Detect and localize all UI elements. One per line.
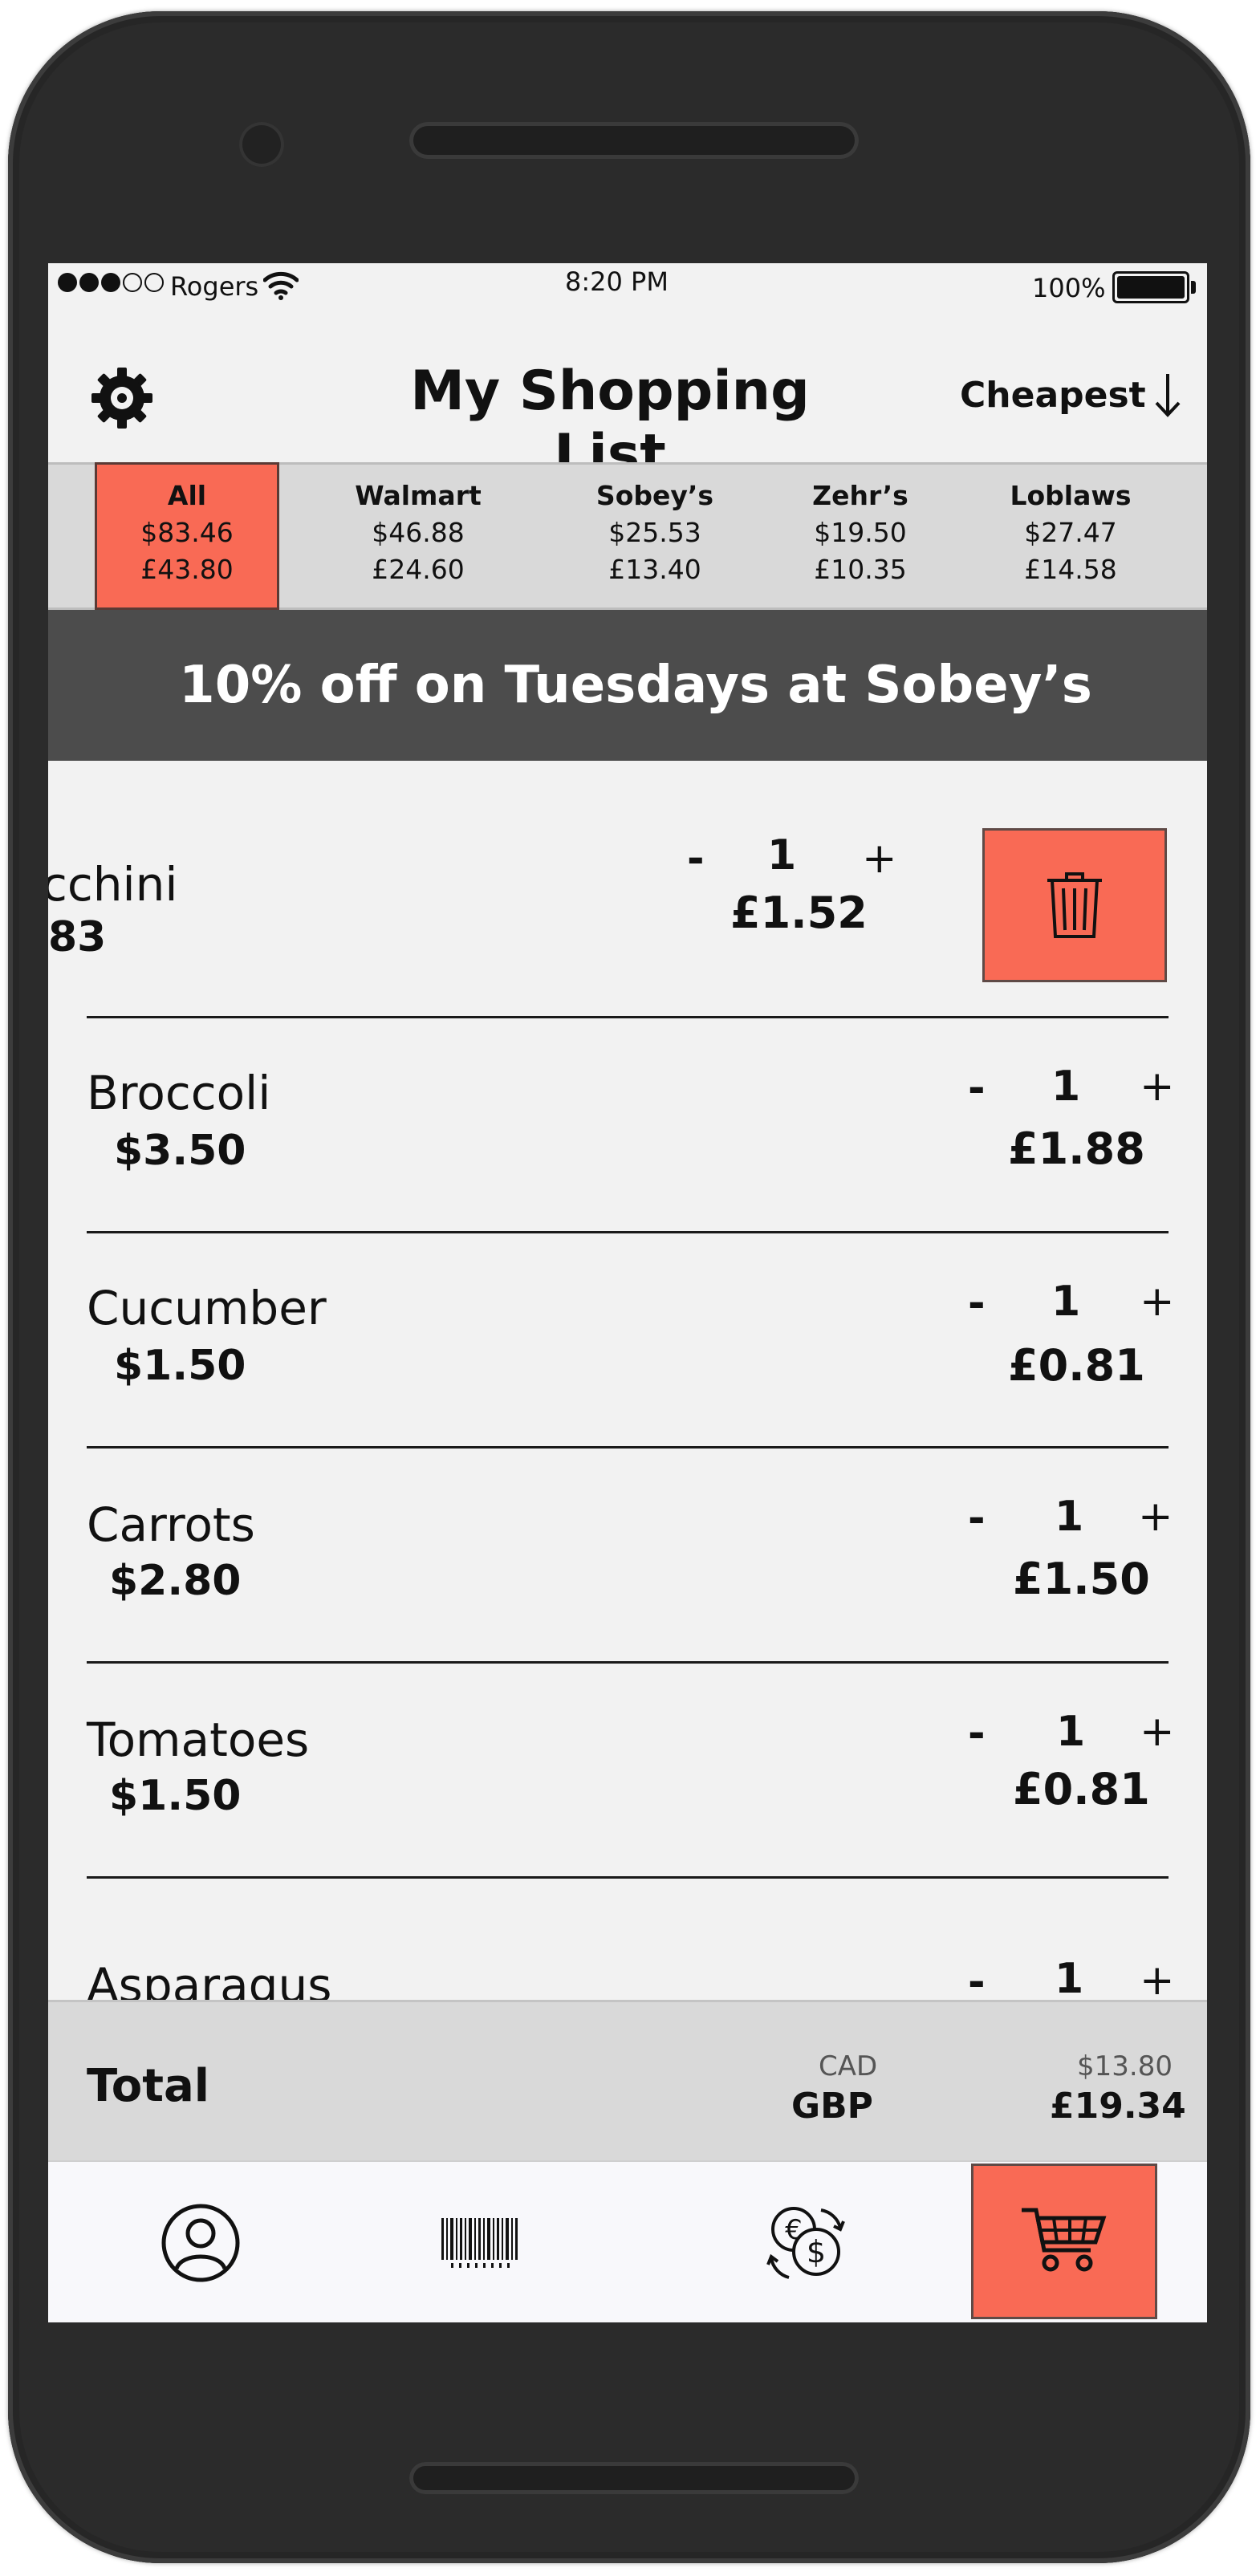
- item-gbp-price: £0.81: [1008, 1340, 1145, 1391]
- cad-total-value: $13.80: [1077, 2050, 1173, 2082]
- item-quantity: 1: [1051, 1062, 1081, 1111]
- speaker-grille: [409, 122, 859, 159]
- item-gbp-price: £1.88: [1008, 1123, 1145, 1174]
- profile-icon: [161, 2204, 240, 2282]
- arrow-down-icon: [1155, 374, 1181, 417]
- decrease-quantity-button[interactable]: -: [687, 835, 705, 883]
- carrier-name: Rogers: [170, 271, 259, 302]
- item-name: Cucumber: [87, 1281, 327, 1335]
- gear-icon[interactable]: [90, 366, 154, 430]
- store-tab-loblaws[interactable]: Loblaws $27.47 £14.58: [968, 465, 1173, 607]
- store-name: All: [167, 480, 207, 511]
- increase-quantity-button[interactable]: +: [1140, 1956, 1175, 2000]
- list-item[interactable]: Broccoli $3.50 - 1 + £1.88: [48, 1018, 1207, 1233]
- status-time: 8:20 PM: [565, 266, 669, 297]
- item-quantity: 1: [1051, 1278, 1081, 1326]
- item-quantity: 1: [1055, 1955, 1084, 2000]
- store-cad-total: $46.88: [372, 517, 465, 548]
- sort-button[interactable]: Cheapest: [960, 372, 1181, 417]
- decrease-quantity-button[interactable]: -: [968, 1279, 986, 1327]
- nav-currency-button[interactable]: € $: [735, 2162, 880, 2322]
- store-gbp-total: £43.80: [140, 554, 234, 585]
- item-price: $2.80: [109, 1557, 242, 1605]
- list-item[interactable]: Asparagus - 1 +: [48, 1878, 1207, 2000]
- store-name: Walmart: [355, 480, 482, 511]
- home-button[interactable]: [409, 2462, 859, 2494]
- delete-button[interactable]: [982, 828, 1167, 982]
- item-name: Carrots: [87, 1497, 255, 1552]
- store-name: Loblaws: [1010, 480, 1132, 511]
- item-name: Asparagus: [87, 1958, 332, 2000]
- item-gbp-price: £1.52: [730, 888, 868, 938]
- store-cad-total: $27.47: [1024, 517, 1117, 548]
- list-item[interactable]: Carrots $2.80 - 1 + £1.50: [48, 1448, 1207, 1663]
- item-price: $1.50: [109, 1772, 242, 1820]
- status-bar: Rogers 8:20 PM 100%: [48, 263, 1207, 311]
- increase-quantity-button[interactable]: +: [862, 835, 897, 883]
- increase-quantity-button[interactable]: +: [1138, 1493, 1173, 1541]
- bottom-navigation: € $: [48, 2160, 1207, 2322]
- increase-quantity-button[interactable]: +: [1140, 1278, 1175, 1326]
- decrease-quantity-button[interactable]: -: [968, 1494, 986, 1542]
- cad-currency-label: CAD: [819, 2050, 878, 2082]
- item-gbp-price: £0.81: [1013, 1764, 1150, 1814]
- item-name: cchini: [48, 857, 178, 912]
- store-tab-zehrs[interactable]: Zehr’s $19.50 £10.35: [767, 465, 953, 607]
- app-screen: Rogers 8:20 PM 100% My Shopping List Che…: [48, 263, 1207, 2322]
- battery-percent: 100%: [1032, 273, 1106, 303]
- store-gbp-total: £14.58: [1024, 554, 1117, 585]
- signal-strength-icon: [58, 273, 166, 292]
- item-quantity: 1: [767, 831, 797, 880]
- list-item[interactable]: Cucumber $1.50 - 1 + £0.81: [48, 1233, 1207, 1448]
- item-quantity: 1: [1056, 1708, 1086, 1756]
- list-item[interactable]: Tomatoes $1.50 - 1 + £0.81: [48, 1663, 1207, 1878]
- sort-label: Cheapest: [960, 374, 1146, 416]
- nav-profile-button[interactable]: [128, 2162, 273, 2322]
- decrease-quantity-button[interactable]: -: [968, 1064, 986, 1112]
- store-cad-total: $19.50: [814, 517, 907, 548]
- item-quantity: 1: [1055, 1493, 1084, 1541]
- item-gbp-price: £1.50: [1013, 1554, 1150, 1604]
- nav-cart-button[interactable]: [971, 2164, 1157, 2319]
- store-tab-all[interactable]: All $83.46 £43.80: [95, 462, 279, 610]
- decrease-quantity-button[interactable]: -: [968, 1709, 986, 1757]
- item-name: Broccoli: [87, 1066, 271, 1120]
- store-gbp-total: £24.60: [372, 554, 465, 585]
- cart-icon: [1022, 2208, 1107, 2272]
- item-name: Tomatoes: [87, 1713, 310, 1767]
- currency-exchange-icon: € $: [766, 2207, 845, 2279]
- store-gbp-total: £13.40: [608, 554, 701, 585]
- total-label: Total: [87, 2060, 209, 2112]
- increase-quantity-button[interactable]: +: [1140, 1062, 1175, 1111]
- store-cad-total: $25.53: [608, 517, 701, 548]
- svg-text:$: $: [807, 2234, 826, 2269]
- item-price: $1.50: [114, 1342, 246, 1390]
- item-price: 83: [48, 913, 107, 961]
- promo-banner: 10% off on Tuesdays at Sobey’s: [48, 610, 1207, 761]
- battery-icon: [1112, 271, 1189, 303]
- decrease-quantity-button[interactable]: -: [968, 1958, 986, 2000]
- store-name: Zehr’s: [812, 480, 908, 511]
- camera-lens: [239, 122, 284, 167]
- store-name: Sobey’s: [595, 480, 714, 511]
- total-bar: Total CAD GBP $13.80 £19.34: [48, 2000, 1207, 2160]
- trash-icon: [1047, 872, 1102, 938]
- barcode-icon: [441, 2218, 518, 2268]
- store-tab-walmart[interactable]: Walmart $46.88 £24.60: [324, 465, 512, 607]
- gbp-total-value: £19.34: [1050, 2086, 1186, 2127]
- nav-scan-button[interactable]: [408, 2162, 552, 2322]
- wifi-icon: [262, 270, 299, 307]
- store-gbp-total: £10.35: [814, 554, 907, 585]
- increase-quantity-button[interactable]: +: [1140, 1708, 1175, 1756]
- store-cad-total: $83.46: [140, 517, 234, 548]
- item-price: $3.50: [114, 1127, 246, 1175]
- store-tabs: All $83.46 £43.80 Walmart $46.88 £24.60 …: [48, 462, 1207, 610]
- store-tab-sobeys[interactable]: Sobey’s $25.53 £13.40: [559, 465, 751, 607]
- gbp-currency-label: GBP: [791, 2086, 873, 2127]
- battery-tip: [1191, 281, 1196, 294]
